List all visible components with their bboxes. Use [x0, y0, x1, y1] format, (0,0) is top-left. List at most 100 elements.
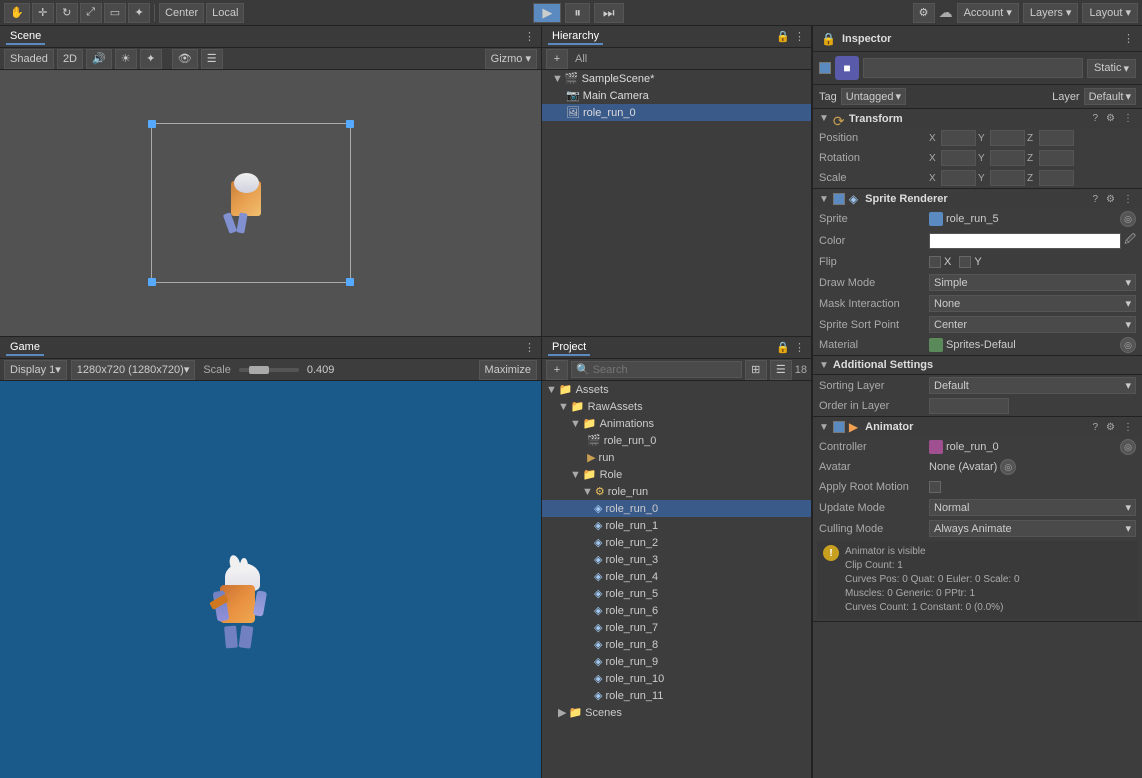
project-run-clip[interactable]: ▶ run	[542, 449, 811, 466]
shading-btn[interactable]: Shaded	[4, 49, 54, 69]
project-role-run-8[interactable]: ◈ role_run_8	[542, 636, 811, 653]
sprite-renderer-menu-btn[interactable]: ⋮	[1120, 193, 1136, 206]
project-add-btn[interactable]: +	[546, 360, 568, 380]
object-name-input[interactable]: role_run_0	[863, 58, 1083, 78]
sorting-layer-dropdown[interactable]: Default ▾	[929, 377, 1136, 394]
pos-y-input[interactable]: 0	[990, 130, 1025, 146]
sprite-select-btn[interactable]: ◎	[1120, 211, 1136, 227]
sprite-renderer-header[interactable]: ▼ ◈ Sprite Renderer ? ⚙ ⋮	[813, 189, 1142, 209]
project-animations-folder[interactable]: ▼ 📁 Animations	[542, 415, 811, 432]
flip-x-checkbox[interactable]	[929, 256, 941, 268]
scene-menu-icon[interactable]: ⋮	[524, 30, 535, 43]
project-menu-icon[interactable]: ⋮	[794, 341, 805, 354]
transform-settings-btn[interactable]: ⚙	[1103, 112, 1118, 125]
sprite-renderer-checkbox[interactable]	[833, 193, 845, 205]
account-btn[interactable]: Account▾	[957, 3, 1019, 23]
scale-y-input[interactable]: 3	[990, 170, 1025, 186]
project-role-run-1[interactable]: ◈ role_run_1	[542, 517, 811, 534]
hierarchy-item-maincamera[interactable]: 📷 Main Camera	[542, 87, 811, 104]
color-picker-icon[interactable]: 🖉	[1124, 231, 1136, 250]
collab-btn[interactable]: ⚙	[913, 3, 935, 23]
update-mode-dropdown[interactable]: Normal ▾	[929, 499, 1136, 516]
project-rawassets-folder[interactable]: ▼ 📁 RawAssets	[542, 398, 811, 415]
mask-interaction-dropdown[interactable]: None ▾	[929, 295, 1136, 312]
sel-handle-tr[interactable]	[346, 120, 354, 128]
resolution-btn[interactable]: 1280x720 (1280x720) ▾	[71, 360, 196, 380]
flip-y-checkbox[interactable]	[959, 256, 971, 268]
project-role-run-folder[interactable]: ▼ ⚙ role_run	[542, 483, 811, 500]
project-role-run-5[interactable]: ◈ role_run_5	[542, 585, 811, 602]
display-btn[interactable]: Display 1 ▾	[4, 360, 67, 380]
static-btn[interactable]: Static ▾	[1087, 59, 1136, 78]
project-role-run-4[interactable]: ◈ role_run_4	[542, 568, 811, 585]
inspector-menu-icon[interactable]: ⋮	[1123, 32, 1134, 45]
scale-tool[interactable]: ⤢	[80, 3, 102, 23]
scale-slider[interactable]	[239, 368, 299, 372]
scene-tab[interactable]: Scene	[6, 29, 45, 45]
animator-checkbox[interactable]	[833, 421, 845, 433]
order-in-layer-input[interactable]: 0	[929, 398, 1009, 414]
sprite-renderer-help-btn[interactable]: ?	[1089, 193, 1101, 206]
controller-select-btn[interactable]: ◎	[1120, 439, 1136, 455]
draw-mode-dropdown[interactable]: Simple ▾	[929, 274, 1136, 291]
transform-tool[interactable]: ✦	[128, 3, 150, 23]
sel-handle-tl[interactable]	[148, 120, 156, 128]
hierarchy-add-btn[interactable]: +	[546, 49, 568, 69]
project-search-input[interactable]	[593, 364, 737, 376]
fx-btn[interactable]: ✦	[140, 49, 162, 69]
project-assets-folder[interactable]: ▼ 📁 Assets	[542, 381, 811, 398]
layer-dropdown[interactable]: Default▾	[1084, 88, 1136, 105]
additional-settings-header[interactable]: ▼ Additional Settings	[813, 356, 1142, 375]
scale-z-input[interactable]: 3	[1039, 170, 1074, 186]
layout-btn[interactable]: Layout▾	[1082, 3, 1138, 23]
move-tool[interactable]: ✛	[32, 3, 54, 23]
rot-y-input[interactable]: 0	[990, 150, 1025, 166]
step-button[interactable]: ⏭	[594, 3, 624, 23]
scene-viewport[interactable]	[0, 70, 541, 336]
animator-header[interactable]: ▼ ▶ Animator ? ⚙ ⋮	[813, 417, 1142, 437]
hierarchy-item-samplescene[interactable]: ▼ 🎬 SampleScene*	[542, 70, 811, 87]
project-role-folder[interactable]: ▼ 📁 Role	[542, 466, 811, 483]
audio-btn[interactable]: 🔊	[86, 49, 112, 69]
sprite-sort-dropdown[interactable]: Center ▾	[929, 316, 1136, 333]
transform-help-btn[interactable]: ?	[1089, 112, 1101, 125]
scale-x-input[interactable]: 3	[941, 170, 976, 186]
project-role-run-9[interactable]: ◈ role_run_9	[542, 653, 811, 670]
project-role-run-7[interactable]: ◈ role_run_7	[542, 619, 811, 636]
object-active-checkbox[interactable]	[819, 62, 831, 74]
project-scenes-folder[interactable]: ▶ 📁 Scenes	[542, 704, 811, 721]
project-role-run-10[interactable]: ◈ role_run_10	[542, 670, 811, 687]
project-role-run-0-anim[interactable]: 🎬 role_run_0	[542, 432, 811, 449]
project-filter-btn[interactable]: ☰	[770, 360, 792, 380]
scene-view-btn[interactable]: 👁	[172, 49, 198, 69]
pause-button[interactable]: ⏸	[565, 3, 590, 23]
transform-menu-btn[interactable]: ⋮	[1120, 112, 1136, 125]
project-role-run-2[interactable]: ◈ role_run_2	[542, 534, 811, 551]
play-button[interactable]: ▶	[533, 3, 561, 23]
apply-root-checkbox[interactable]	[929, 481, 941, 493]
maximize-btn[interactable]: Maximize	[479, 360, 537, 380]
sel-handle-bl[interactable]	[148, 278, 156, 286]
pos-z-input[interactable]: 0	[1039, 130, 1074, 146]
project-role-run-6[interactable]: ◈ role_run_6	[542, 602, 811, 619]
animator-menu-btn[interactable]: ⋮	[1120, 421, 1136, 434]
rot-x-input[interactable]: 0	[941, 150, 976, 166]
game-tab[interactable]: Game	[6, 340, 44, 356]
rect-tool[interactable]: ▭	[104, 3, 126, 23]
pos-x-input[interactable]: 0	[941, 130, 976, 146]
layers-view-btn[interactable]: ☰	[201, 49, 223, 69]
animator-help-btn[interactable]: ?	[1089, 421, 1101, 434]
avatar-select-btn[interactable]: ◎	[1000, 459, 1016, 475]
rot-z-input[interactable]: 0	[1039, 150, 1074, 166]
game-menu-icon[interactable]: ⋮	[524, 342, 535, 354]
lighting-btn[interactable]: ☀	[115, 49, 137, 69]
inspector-lock-icon[interactable]: 🔒	[821, 32, 836, 46]
transform-header[interactable]: ▼ ⟳ Transform ? ⚙ ⋮	[813, 109, 1142, 128]
hierarchy-item-role-run-0[interactable]: 🖼 role_run_0	[542, 104, 811, 121]
hierarchy-tab[interactable]: Hierarchy	[548, 29, 603, 45]
project-lock-icon[interactable]: 🔒	[776, 341, 790, 354]
project-role-run-0[interactable]: ◈ role_run_0	[542, 500, 811, 517]
color-picker[interactable]	[929, 233, 1121, 249]
hierarchy-lock-icon[interactable]: 🔒	[776, 30, 790, 43]
sprite-renderer-settings-btn[interactable]: ⚙	[1103, 193, 1118, 206]
